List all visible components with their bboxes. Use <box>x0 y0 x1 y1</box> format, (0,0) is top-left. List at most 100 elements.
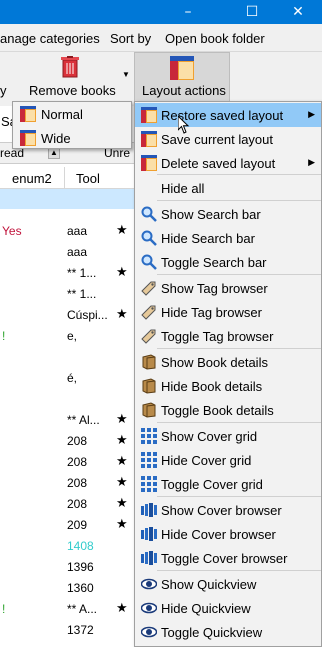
header-divider <box>64 167 65 189</box>
cover-browser-icon <box>141 502 157 518</box>
remove-books-dropdown-arrow-icon[interactable]: ▼ <box>122 70 130 79</box>
menu-item-label: Show Tag browser <box>161 281 268 296</box>
menu-open-book-folder[interactable]: Open book folder <box>165 31 265 46</box>
menu-item-label: Toggle Tag browser <box>161 329 274 344</box>
table-row[interactable]: aaa <box>0 242 134 263</box>
layout-save-icon <box>141 131 157 147</box>
table-row[interactable]: 209 ★ <box>0 515 134 536</box>
cell-enum2: Yes <box>2 224 22 238</box>
menu-item-toggle-cover-browser[interactable]: Toggle Cover browser <box>135 546 321 570</box>
menu-separator <box>157 274 321 275</box>
menu-item-label: Show Cover browser <box>161 503 282 518</box>
menu-item-show-search-bar[interactable]: Show Search bar <box>135 202 321 226</box>
column-header-enum2[interactable]: enum2 <box>12 171 52 186</box>
menu-manage-categories[interactable]: anage categories <box>0 31 100 46</box>
title-bar: – ☐ ✕ <box>0 0 322 24</box>
menu-item-label: Toggle Cover grid <box>161 477 263 492</box>
menu-item-toggle-tag-browser[interactable]: Toggle Tag browser <box>135 324 321 348</box>
menu-item-show-quickview[interactable]: Show Quickview <box>135 572 321 596</box>
book-icon <box>141 402 157 418</box>
star-icon: ★ <box>116 412 128 427</box>
close-button[interactable]: ✕ <box>278 0 318 24</box>
menu-item-toggle-quickview[interactable]: Toggle Quickview <box>135 620 321 644</box>
menu-item-hide-cover-grid[interactable]: Hide Cover grid <box>135 448 321 472</box>
layout-actions-button[interactable]: Layout actions <box>134 52 230 104</box>
layout-icon <box>20 130 36 149</box>
selected-row[interactable] <box>0 189 134 209</box>
table-row[interactable]: 208 ★ <box>0 431 134 452</box>
table-row[interactable] <box>0 347 134 368</box>
star-icon: ★ <box>116 496 128 511</box>
minimize-button[interactable]: – <box>168 0 208 24</box>
menu-item-hide-book-details[interactable]: Hide Book details <box>135 374 321 398</box>
menu-item-hide-cover-browser[interactable]: Hide Cover browser <box>135 522 321 546</box>
menu-item-show-tag-browser[interactable]: Show Tag browser <box>135 276 321 300</box>
table-row[interactable] <box>0 389 134 410</box>
menu-item-save-current-layout[interactable]: Save current layout <box>135 127 321 151</box>
menu-sort-by[interactable]: Sort by <box>110 31 151 46</box>
submenu-arrow-icon: ▶ <box>308 157 315 167</box>
table-row[interactable]: 1360 <box>0 578 134 599</box>
cell-tool: é, <box>67 371 78 385</box>
menu-item-show-cover-browser[interactable]: Show Cover browser <box>135 498 321 522</box>
menu-item-restore-saved-layout[interactable]: Restore saved layout ▶ <box>135 103 321 127</box>
menu-item-label: Hide Search bar <box>161 231 255 246</box>
menu-item-show-book-details[interactable]: Show Book details <box>135 350 321 374</box>
menu-item-label: Hide Book details <box>161 379 263 394</box>
table-row[interactable]: 1396 <box>0 557 134 578</box>
cell-tool: 208 <box>67 476 88 490</box>
menu-item-hide-all[interactable]: Hide all <box>135 176 321 200</box>
table-row[interactable]: ** 1... <box>0 284 134 305</box>
menu-item-label: Hide Tag browser <box>161 305 262 320</box>
table-row[interactable]: ** 1... ★ <box>0 263 134 284</box>
table-row[interactable]: ! e, <box>0 326 134 347</box>
menubar: anage categories Sort by Open book folde… <box>0 24 322 52</box>
star-icon: ★ <box>116 517 128 532</box>
table-row[interactable]: é, <box>0 368 134 389</box>
cell-tool: ** Al... <box>67 413 100 427</box>
menu-item-label: Show Cover grid <box>161 429 258 444</box>
menu-item-toggle-book-details[interactable]: Toggle Book details <box>135 398 321 422</box>
layout-icon <box>170 56 194 80</box>
table-row[interactable]: ! ** A... ★ <box>0 599 134 620</box>
menu-item-delete-saved-layout[interactable]: Delete saved layout ▶ <box>135 151 321 175</box>
layout-icon <box>141 155 157 171</box>
star-icon: ★ <box>116 265 128 280</box>
toolbar-fragment-label[interactable]: y <box>0 83 7 98</box>
menu-item-hide-search-bar[interactable]: Hide Search bar <box>135 226 321 250</box>
table-row[interactable]: 208 ★ <box>0 494 134 515</box>
menu-item-show-cover-grid[interactable]: Show Cover grid <box>135 424 321 448</box>
menu-item-label: Toggle Quickview <box>161 625 263 640</box>
table-row[interactable]: 1372 <box>0 620 134 641</box>
menu-item-label: Save current layout <box>161 132 274 147</box>
cell-tool: 1408 <box>67 539 94 553</box>
table-row[interactable]: 1408 <box>0 536 134 557</box>
table-row[interactable]: ** Al... ★ <box>0 410 134 431</box>
tag-icon <box>141 280 157 296</box>
menu-item-toggle-cover-grid[interactable]: Toggle Cover grid <box>135 472 321 496</box>
star-icon: ★ <box>116 223 128 238</box>
cell-tool: 208 <box>67 434 88 448</box>
table-row[interactable]: Cúspi... ★ <box>0 305 134 326</box>
submenu-item-normal[interactable]: Normal <box>13 102 131 126</box>
menu-item-label: Show Book details <box>161 355 268 370</box>
grid-icon <box>141 428 157 444</box>
column-header-tool[interactable]: Tool <box>76 171 100 186</box>
menu-item-toggle-search-bar[interactable]: Toggle Search bar <box>135 250 321 274</box>
menu-item-label: Show Search bar <box>161 207 261 222</box>
tag-icon <box>141 328 157 344</box>
table-row[interactable]: 208 ★ <box>0 452 134 473</box>
maximize-button[interactable]: ☐ <box>232 0 272 24</box>
book-list-header: enum2 Tool <box>0 167 134 189</box>
menu-item-hide-tag-browser[interactable]: Hide Tag browser <box>135 300 321 324</box>
cell-tool: ** 1... <box>67 287 97 301</box>
remove-books-button[interactable]: Remove books <box>29 83 116 98</box>
search-icon <box>141 254 157 270</box>
table-row[interactable]: 208 ★ <box>0 473 134 494</box>
cover-browser-icon <box>141 550 157 566</box>
menu-item-hide-quickview[interactable]: Hide Quickview <box>135 596 321 620</box>
menu-separator <box>157 422 321 423</box>
layout-icon <box>20 106 36 125</box>
table-row[interactable]: Yes aaa ★ <box>0 221 134 242</box>
submenu-item-wide[interactable]: Wide <box>13 126 131 150</box>
